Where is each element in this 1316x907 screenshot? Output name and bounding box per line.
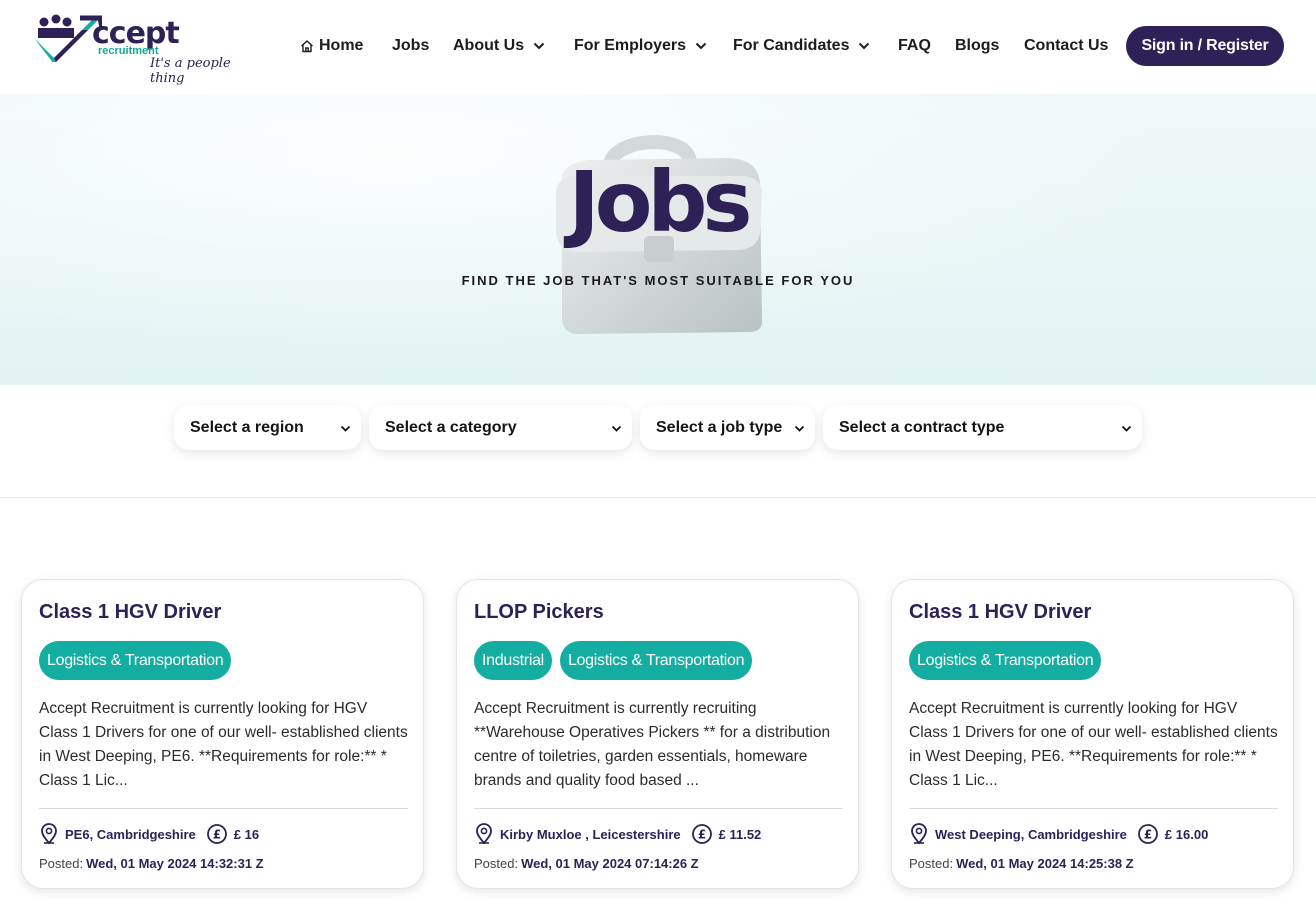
chevron-down-icon [1121,419,1132,437]
posted-label: Posted: [474,856,519,871]
job-posted: Posted: Wed, 01 May 2024 14:32:31 Z [39,856,264,871]
nav-jobs[interactable]: Jobs [392,26,429,66]
nav-employers[interactable]: For Employers [574,26,707,66]
signin-register-button[interactable]: Sign in / Register [1126,26,1284,66]
page-title: Jobs [568,153,752,251]
region-select[interactable]: Select a region [174,405,361,450]
nav-candidates-label: For Candidates [733,37,850,54]
job-tags: Logistics & Transportation [909,641,1102,680]
pound-circle-icon: £ [1137,823,1159,845]
job-title[interactable]: LLOP Pickers [474,601,604,624]
nav-faq[interactable]: FAQ [898,26,931,66]
chevron-down-icon [340,419,351,437]
home-icon [300,39,314,53]
job-type-select-value: Select a job type [656,418,783,436]
hero-banner: Jobs FIND THE JOB THAT'S MOST SUITABLE F… [0,94,1316,385]
job-meta: PE6, Cambridgeshire £ £ 16 [39,822,259,846]
pound-circle-icon: £ [206,823,228,845]
job-card[interactable]: LLOP Pickers Industrial Logistics & Tran… [456,579,859,889]
location-pin-icon [909,823,929,845]
contract-type-select[interactable]: Select a contract type [823,405,1142,450]
region-select-value: Select a region [190,418,304,436]
location-pin-icon [474,823,494,845]
job-description: Accept Recruitment is currently recruiti… [474,700,831,789]
job-posted: Posted: Wed, 01 May 2024 07:14:26 Z [474,856,699,871]
job-meta: West Deeping, Cambridgeshire £ £ 16.00 [909,822,1208,846]
job-tag[interactable]: Industrial [474,641,552,680]
job-tag[interactable]: Logistics & Transportation [909,641,1102,680]
nav-about[interactable]: About Us [453,26,545,66]
job-tags: Logistics & Transportation [39,641,232,680]
nav-home-label: Home [319,37,364,54]
brand-logo[interactable]: ccept recruitment It's a people thing [32,12,242,86]
card-divider [39,808,408,809]
card-divider [474,808,843,809]
nav-jobs-label: Jobs [392,37,430,54]
nav-contact[interactable]: Contact Us [1024,26,1108,66]
posted-label: Posted: [39,856,84,871]
nav-contact-label: Contact Us [1024,37,1109,54]
location-pin-icon [39,823,59,845]
job-posted: Posted: Wed, 01 May 2024 14:25:38 Z [909,856,1134,871]
job-type-select[interactable]: Select a job type [640,405,815,450]
job-location: PE6, Cambridgeshire [65,826,196,842]
job-description: Accept Recruitment is currently looking … [39,700,408,789]
svg-text:£: £ [697,828,705,842]
chevron-down-icon [858,42,870,50]
job-location: Kirby Muxloe , Leicestershire [500,826,681,842]
posted-label: Posted: [909,856,954,871]
nav-about-label: About Us [453,37,525,54]
nav-candidates[interactable]: For Candidates [733,26,870,66]
job-tag[interactable]: Logistics & Transportation [559,641,753,680]
posted-date: Wed, 01 May 2024 07:14:26 Z [521,856,699,871]
card-divider [909,808,1278,809]
nav-employers-label: For Employers [574,37,687,54]
svg-text:£: £ [1144,828,1152,842]
page-subtitle: FIND THE JOB THAT'S MOST SUITABLE FOR YO… [461,273,855,288]
job-pay: £ 16 [233,826,260,842]
job-pay: £ 11.52 [718,826,762,842]
nav-faq-label: FAQ [898,37,931,54]
nav-home[interactable]: Home [300,26,363,66]
job-meta: Kirby Muxloe , Leicestershire £ £ 11.52 [474,822,761,846]
job-title[interactable]: Class 1 HGV Driver [909,601,1091,624]
job-location: West Deeping, Cambridgeshire [935,826,1127,842]
nav-blogs-label: Blogs [955,37,1000,54]
category-select[interactable]: Select a category [369,405,632,450]
job-card[interactable]: Class 1 HGV Driver Logistics & Transport… [891,579,1294,889]
job-title[interactable]: Class 1 HGV Driver [39,601,221,624]
job-description: Accept Recruitment is currently looking … [909,700,1278,789]
chevron-down-icon [533,42,545,50]
chevron-down-icon [611,419,622,437]
job-pay: £ 16.00 [1164,826,1209,842]
site-header: ccept recruitment It's a people thing Ho… [0,0,1316,94]
job-card[interactable]: Class 1 HGV Driver Logistics & Transport… [21,579,424,889]
pound-circle-icon: £ [691,823,713,845]
job-tags: Industrial Logistics & Transportation [474,641,753,680]
category-select-value: Select a category [385,418,517,436]
job-tag[interactable]: Logistics & Transportation [39,641,232,680]
svg-text:£: £ [213,828,221,842]
posted-date: Wed, 01 May 2024 14:32:31 Z [86,856,264,871]
chevron-down-icon [794,419,805,437]
nav-blogs[interactable]: Blogs [955,26,999,66]
posted-date: Wed, 01 May 2024 14:25:38 Z [956,856,1134,871]
chevron-down-icon [695,42,707,50]
contract-type-select-value: Select a contract type [839,418,1005,436]
logo-tagline: It's a people thing [150,56,231,86]
section-divider [0,497,1316,498]
